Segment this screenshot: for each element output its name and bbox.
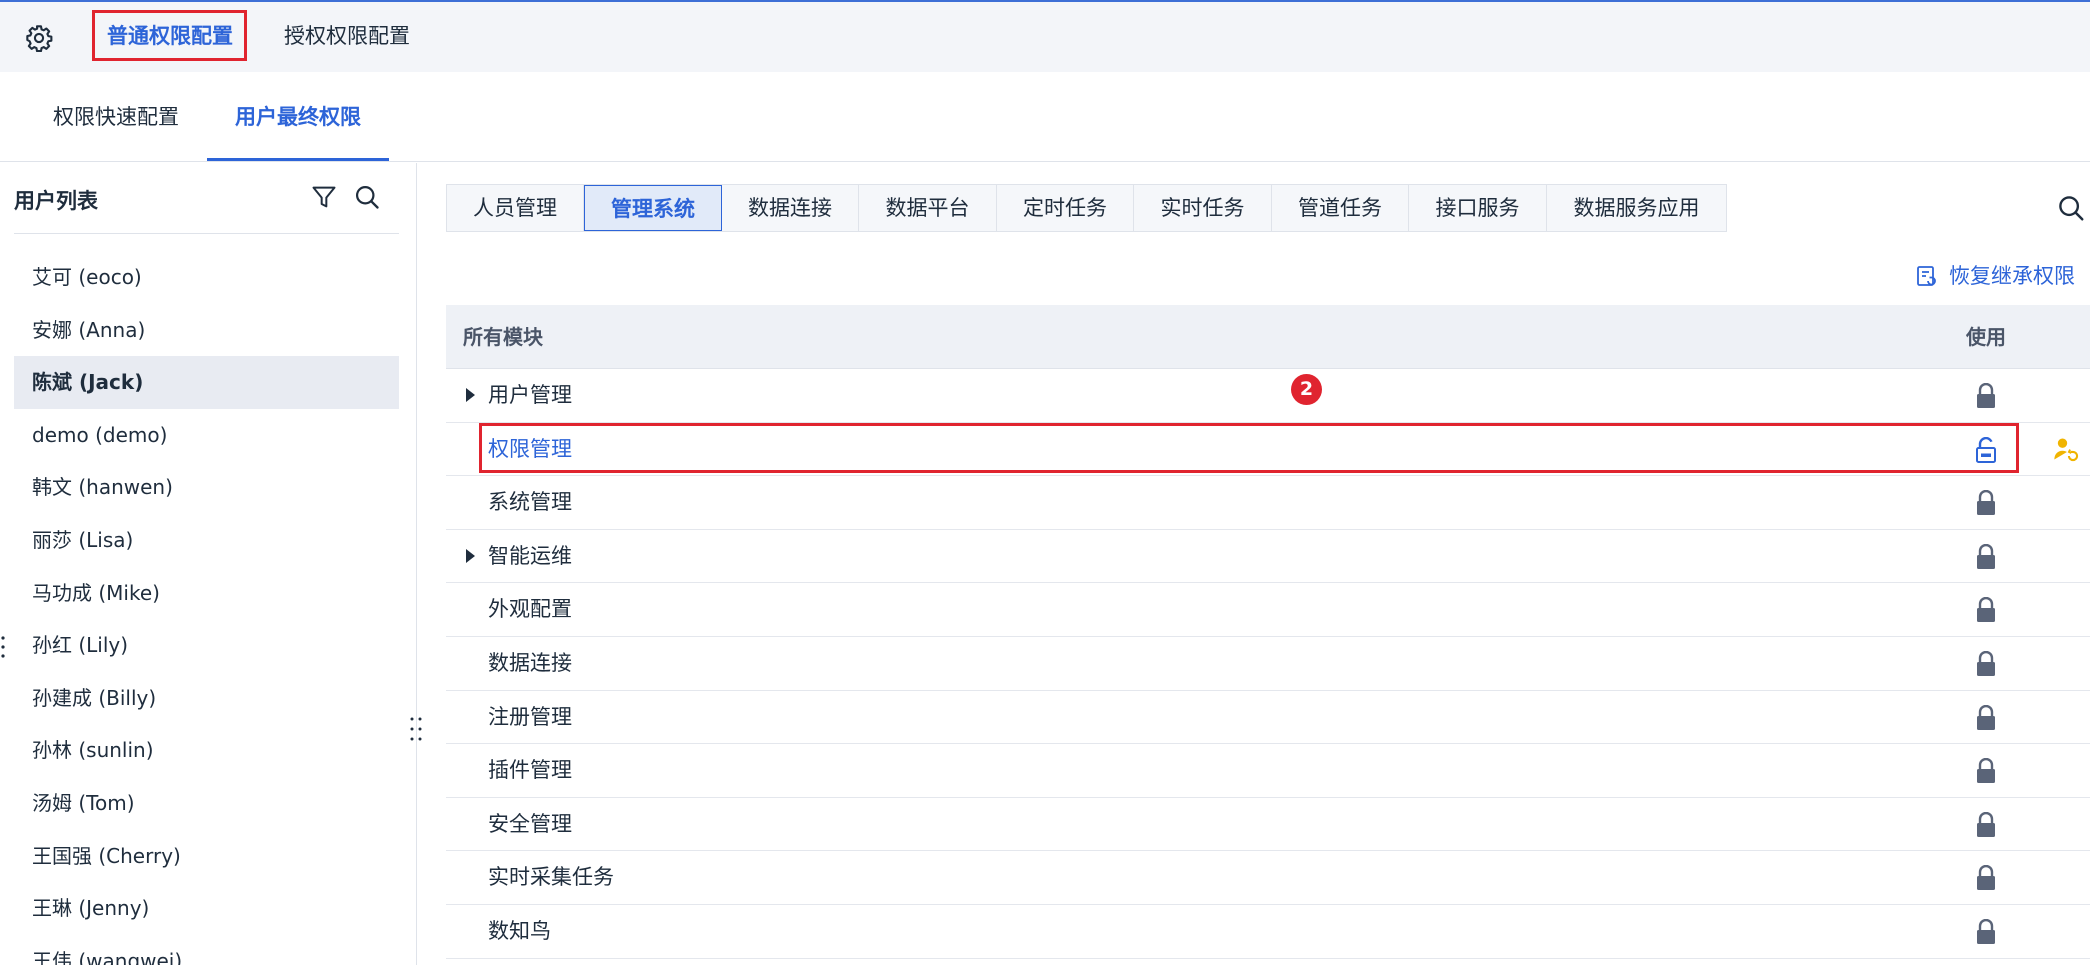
subtab-user-final-permission[interactable]: 用户最终权限 — [207, 72, 389, 161]
expand-caret-icon[interactable] — [466, 388, 475, 402]
tab-grant-permission-config[interactable]: 授权权限配置 — [271, 12, 423, 60]
user-list-item[interactable]: 孙林 (sunlin) — [14, 724, 399, 777]
module-tab[interactable]: 数据平台 — [859, 185, 997, 231]
user-list-item[interactable]: 艾可 (eoco) — [14, 251, 399, 304]
permission-table: 所有模块 使用 用户管理 权限管理 系统管理 智能运维 外观配置 数据连接 注册管理 插件管理… — [446, 305, 2090, 959]
lock-icon[interactable] — [1975, 758, 1997, 784]
filter-icon[interactable] — [310, 183, 338, 211]
restore-inherited-button[interactable]: 恢复继承权限 — [1915, 261, 2075, 291]
user-list-item[interactable]: 马功成 (Mike) — [14, 567, 399, 620]
lock-icon[interactable] — [1975, 490, 1997, 516]
user-restore-icon[interactable] — [2052, 435, 2080, 463]
module-name: 系统管理 — [488, 490, 572, 515]
table-row[interactable]: 安全管理 — [446, 797, 2090, 852]
module-name: 数知鸟 — [488, 918, 551, 943]
table-row[interactable]: 数知鸟 — [446, 904, 2090, 959]
module-name: 插件管理 — [488, 758, 572, 783]
module-name: 用户管理 — [488, 383, 572, 407]
table-row[interactable]: 插件管理 — [446, 744, 2090, 798]
module-tab[interactable]: 人员管理 — [447, 185, 584, 231]
annotation-box-2 — [479, 423, 2019, 473]
main-panel: 人员管理 管理系统 数据连接 数据平台 定时任务 实时任务 管道任务 接口服务 … — [418, 163, 2090, 965]
module-tab[interactable]: 接口服务 — [1409, 185, 1547, 231]
user-list-item[interactable]: 孙建成 (Billy) — [14, 672, 399, 725]
user-list-item-selected[interactable]: 陈斌 (Jack) — [14, 356, 399, 409]
column-header-module: 所有模块 — [463, 325, 543, 349]
expand-caret-icon[interactable] — [466, 548, 475, 563]
lock-icon[interactable] — [1975, 704, 1997, 731]
module-tab[interactable]: 定时任务 — [997, 185, 1134, 231]
table-row[interactable]: 系统管理 — [446, 476, 2090, 530]
table-row[interactable]: 智能运维 — [446, 529, 2090, 584]
sub-tabs: 权限快速配置 用户最终权限 — [0, 72, 2090, 162]
user-list-title: 用户列表 — [14, 189, 98, 213]
search-icon[interactable] — [353, 183, 381, 211]
user-list-item[interactable]: 安娜 (Anna) — [14, 304, 399, 357]
lock-icon[interactable] — [1975, 597, 1997, 623]
module-tabs: 人员管理 管理系统 数据连接 数据平台 定时任务 实时任务 管道任务 接口服务 … — [446, 184, 1727, 232]
module-tab[interactable]: 数据服务应用 — [1547, 185, 1726, 231]
module-name: 注册管理 — [488, 704, 572, 729]
user-list-item[interactable]: 王伟 (wangwei) — [14, 935, 399, 965]
user-list-item[interactable]: 王琳 (Jenny) — [14, 882, 399, 935]
user-list-panel: 用户列表 艾可 (eoco) 安娜 (Anna) 陈斌 (Jack) demo … — [0, 163, 417, 965]
user-list-item[interactable]: 王国强 (Cherry) — [14, 830, 399, 883]
module-name: 数据连接 — [488, 650, 572, 675]
user-list-item[interactable]: 孙红 (Lily) — [14, 619, 399, 672]
table-row[interactable]: 实时采集任务 — [446, 851, 2090, 905]
user-list-item[interactable]: 韩文 (hanwen) — [14, 461, 399, 514]
table-row[interactable]: 外观配置 — [446, 583, 2090, 637]
user-list-item[interactable]: 丽莎 (Lisa) — [14, 514, 399, 567]
gear-icon[interactable] — [25, 24, 53, 52]
lock-icon[interactable] — [1975, 811, 1997, 838]
table-row[interactable]: 数据连接 — [446, 636, 2090, 691]
drag-handle-icon[interactable] — [0, 634, 6, 660]
user-list-item[interactable]: demo (demo) — [14, 409, 399, 462]
table-header: 所有模块 使用 — [446, 305, 2090, 369]
lock-icon[interactable] — [1975, 383, 1997, 409]
module-tab[interactable]: 管道任务 — [1272, 185, 1409, 231]
module-name: 实时采集任务 — [488, 865, 614, 890]
module-tab[interactable]: 实时任务 — [1134, 185, 1272, 231]
search-icon[interactable] — [2056, 193, 2086, 223]
lock-icon[interactable] — [1975, 918, 1997, 945]
top-bar: 普通权限配置 授权权限配置 — [0, 0, 2090, 72]
user-list: 艾可 (eoco) 安娜 (Anna) 陈斌 (Jack) demo (demo… — [14, 251, 399, 965]
annotation-box-1 — [92, 10, 247, 61]
table-row[interactable]: 注册管理 — [446, 690, 2090, 745]
lock-icon[interactable] — [1975, 650, 1997, 677]
user-list-item[interactable]: 汤姆 (Tom) — [14, 777, 399, 830]
lock-icon[interactable] — [1975, 543, 1997, 570]
module-tab[interactable]: 数据连接 — [722, 185, 859, 231]
module-name: 智能运维 — [488, 543, 572, 568]
column-header-use: 使用 — [1966, 325, 2006, 349]
module-tab-active[interactable]: 管理系统 — [584, 185, 722, 231]
module-name: 安全管理 — [488, 811, 572, 836]
table-row[interactable]: 用户管理 — [446, 369, 2090, 423]
lock-icon[interactable] — [1975, 865, 1997, 891]
divider — [14, 233, 399, 234]
module-name: 外观配置 — [488, 597, 572, 622]
restore-icon — [1917, 266, 1936, 286]
annotation-badge-2: 2 — [1291, 374, 1322, 405]
restore-label: 恢复继承权限 — [1949, 264, 2075, 288]
subtab-quick-config[interactable]: 权限快速配置 — [25, 72, 207, 161]
